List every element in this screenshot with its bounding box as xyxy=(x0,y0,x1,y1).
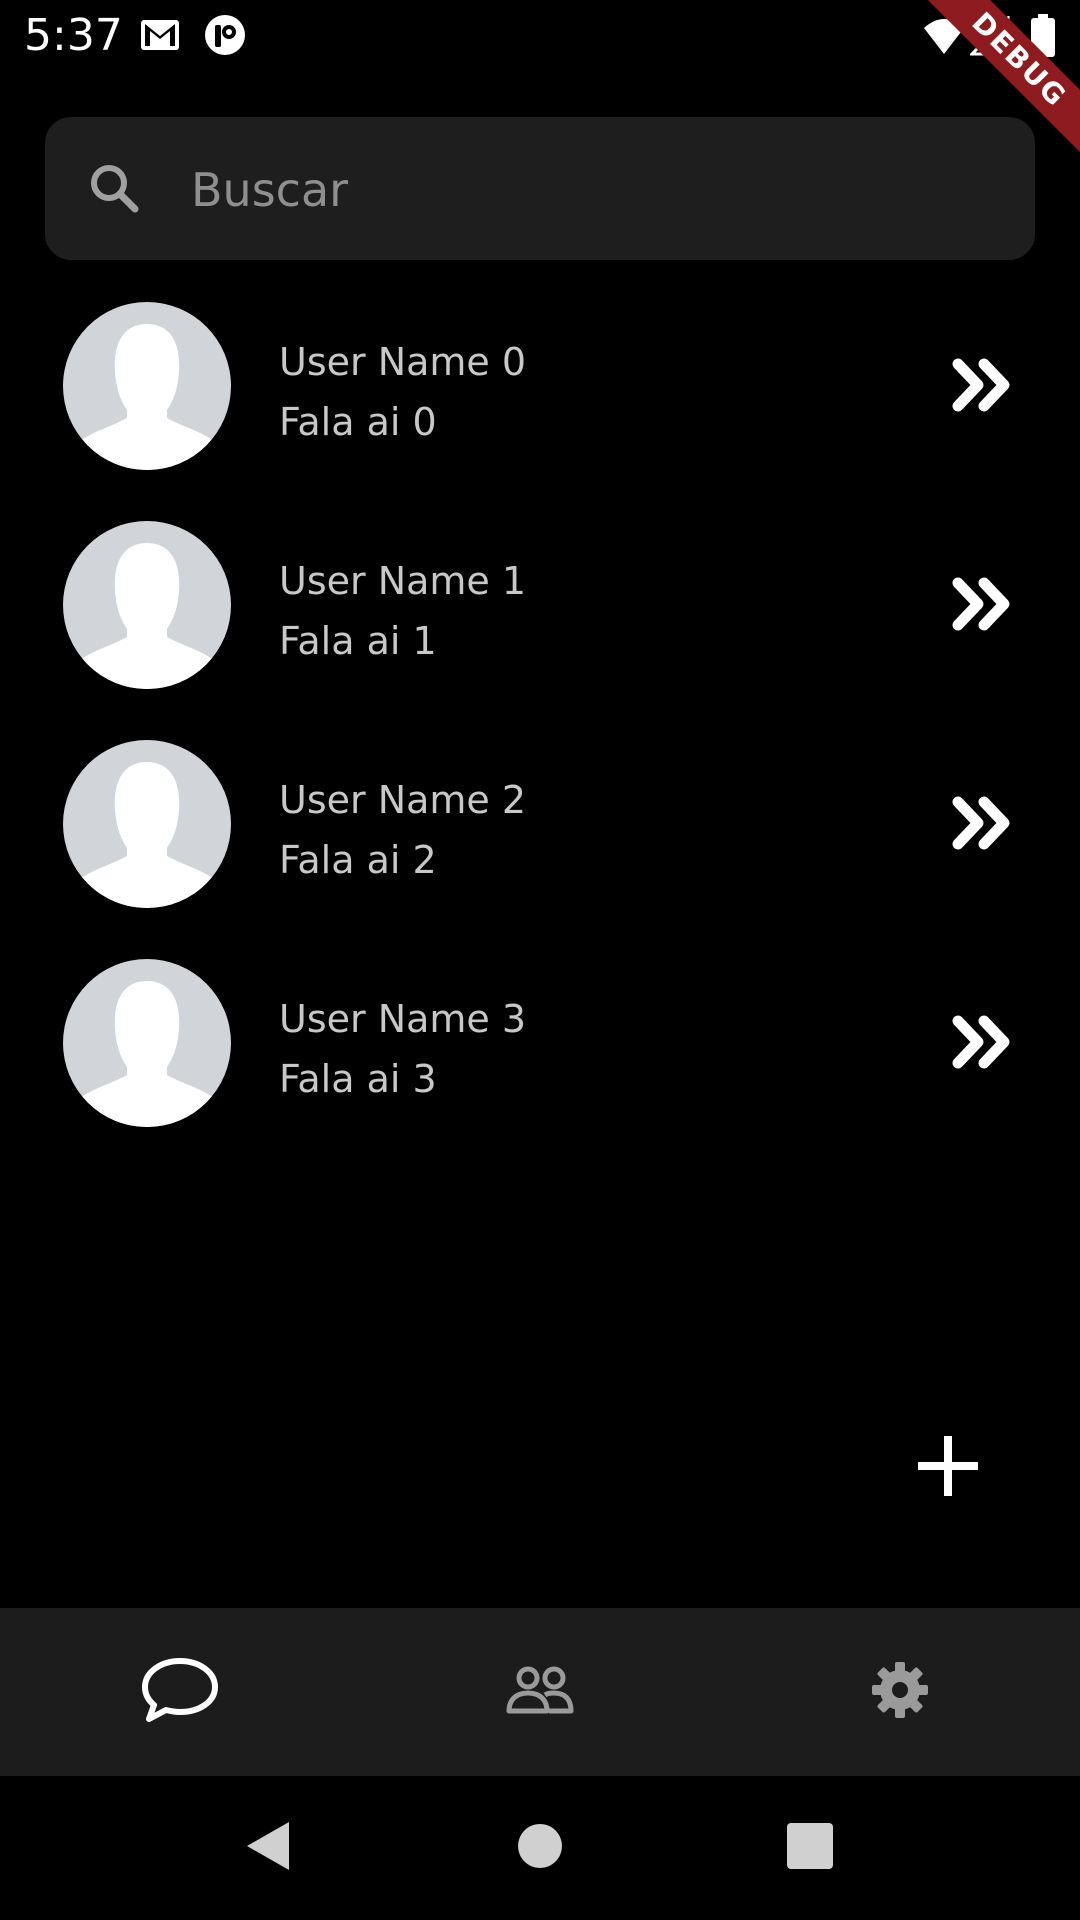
nav-tab-settings[interactable] xyxy=(720,1608,1080,1776)
nav-tab-contacts[interactable] xyxy=(360,1608,720,1776)
signal-icon xyxy=(968,14,1010,61)
chat-user-name: User Name 2 xyxy=(279,778,527,822)
chat-user-name: User Name 3 xyxy=(279,997,527,1041)
status-bar: 5:37 xyxy=(0,0,1080,74)
screen: 5:37 DEBUG Buscar User Name 0 Fala ai 0 … xyxy=(0,0,1080,1920)
chat-list-item[interactable]: User Name 1 Fala ai 1 xyxy=(0,509,1080,709)
avatar xyxy=(63,521,231,689)
chat-last-message: Fala ai 0 xyxy=(279,400,437,444)
chat-list-item[interactable]: User Name 2 Fala ai 2 xyxy=(0,728,1080,928)
app-notification-icon xyxy=(204,14,246,61)
chat-user-name: User Name 1 xyxy=(279,559,527,603)
plus-icon xyxy=(916,1434,980,1503)
wifi-icon xyxy=(922,16,966,61)
double-chevron-right-icon[interactable] xyxy=(952,358,1014,412)
system-home-button[interactable] xyxy=(492,1800,588,1896)
gear-icon xyxy=(870,1660,930,1725)
people-icon xyxy=(505,1665,575,1720)
chat-list-item[interactable]: User Name 3 Fala ai 3 xyxy=(0,947,1080,1147)
chat-last-message: Fala ai 2 xyxy=(279,838,437,882)
bottom-navigation xyxy=(0,1608,1080,1776)
chat-last-message: Fala ai 3 xyxy=(279,1057,437,1101)
avatar xyxy=(63,740,231,908)
search-icon xyxy=(85,159,145,219)
battery-icon xyxy=(1030,14,1056,63)
search-bar[interactable] xyxy=(45,117,1035,262)
double-chevron-right-icon[interactable] xyxy=(952,1015,1014,1069)
chat-list-item[interactable]: User Name 0 Fala ai 0 xyxy=(0,290,1080,490)
chat-bubble-icon xyxy=(141,1657,219,1728)
add-chat-button[interactable] xyxy=(900,1420,996,1516)
double-chevron-right-icon[interactable] xyxy=(952,796,1014,850)
system-navigation-bar xyxy=(0,1776,1080,1920)
chat-user-name: User Name 0 xyxy=(279,340,527,384)
double-chevron-right-icon[interactable] xyxy=(952,577,1014,631)
chat-last-message: Fala ai 1 xyxy=(279,619,437,663)
gmail-icon xyxy=(140,18,180,57)
avatar xyxy=(63,302,231,470)
system-recents-button[interactable] xyxy=(762,1800,858,1896)
recents-icon xyxy=(786,1822,834,1875)
status-time: 5:37 xyxy=(24,10,123,61)
search-input[interactable] xyxy=(189,117,1013,262)
home-icon xyxy=(517,1823,563,1874)
system-back-button[interactable] xyxy=(220,1800,316,1896)
back-icon xyxy=(243,1820,293,1877)
nav-tab-chats[interactable] xyxy=(0,1608,360,1776)
avatar xyxy=(63,959,231,1127)
